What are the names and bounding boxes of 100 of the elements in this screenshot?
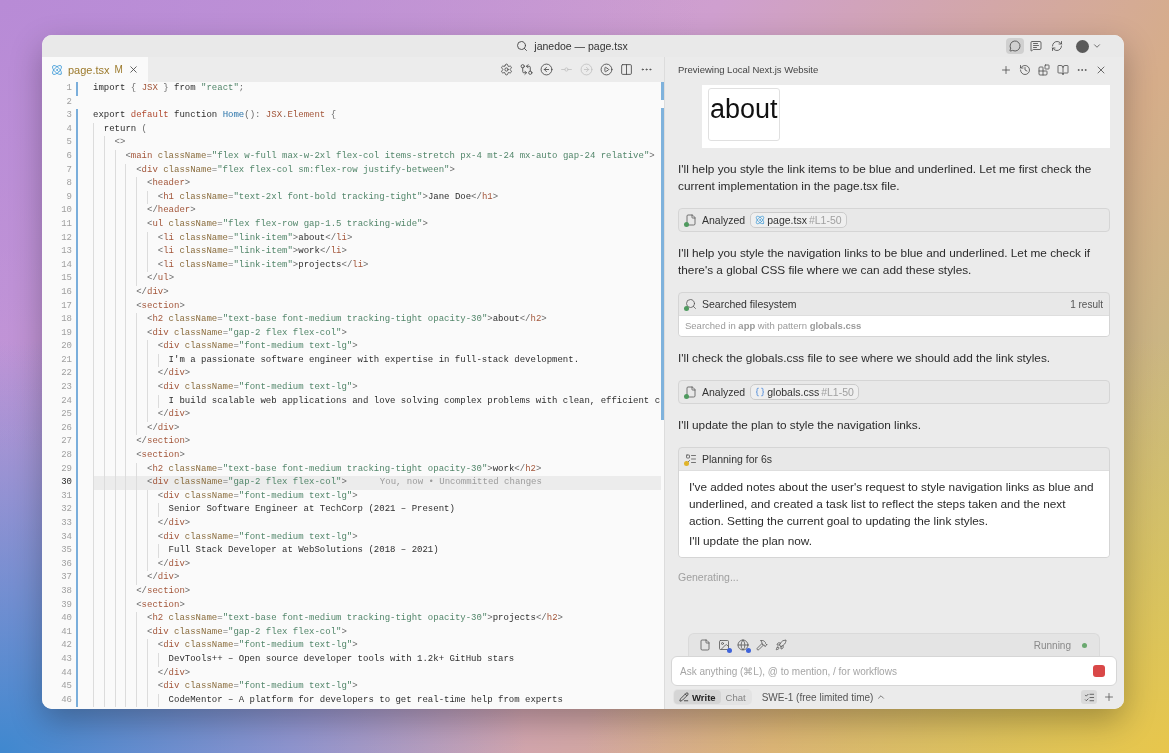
code-line: </div>	[147, 421, 180, 435]
line-number: 11	[60, 217, 72, 231]
model-selector[interactable]: SWE-1 (free limited time)	[761, 691, 887, 703]
code-line: <div className="font-medium text-lg">	[157, 340, 358, 354]
message-text: I'll update the plan now.	[689, 533, 813, 550]
caret-icon[interactable]	[1092, 41, 1102, 51]
mode-tab[interactable]: Write	[674, 690, 721, 704]
history-icon[interactable]	[1019, 63, 1031, 76]
message-text: I'll help you style the navigation links to be blue and underlined. Let me check if there's a global CSS file where we can add these styles.	[678, 245, 1092, 279]
line-number: 3	[65, 109, 72, 123]
file-icon[interactable]	[699, 639, 711, 651]
line-number: 24	[60, 394, 72, 408]
task-list-icon	[685, 453, 697, 465]
image-icon[interactable]	[718, 639, 730, 651]
code-line: <div className="font-medium text-lg">	[157, 639, 358, 653]
message-text: I've added notes about the user's request to style navigation links as blue and underlined, and created a task list to reflect the steps taken and the next action. Setting the current goal to updating the link styles.	[689, 479, 1095, 530]
code-line: import { JSX } from "react";	[93, 82, 245, 95]
line-number: 41	[60, 625, 72, 639]
atom-icon	[755, 215, 766, 225]
generating-status: Generating...	[678, 571, 740, 583]
code-line: <section>	[136, 598, 185, 612]
line-number: 2	[65, 95, 72, 109]
book-icon[interactable]	[1057, 63, 1069, 76]
code-line: <section>	[136, 449, 185, 463]
code-line: </section>	[136, 584, 191, 598]
code-line: </div>	[157, 367, 191, 381]
file-chip[interactable]: page.tsx #L1-50	[750, 212, 847, 228]
code-line: I build scalable web applications and love solving complex problems with clean, efficient c	[168, 394, 661, 408]
line-number: 43	[60, 652, 72, 666]
line-number: 38	[60, 584, 72, 598]
line-number: 10	[60, 204, 72, 218]
blocks-icon[interactable]	[1038, 63, 1050, 76]
line-number: 37	[60, 571, 72, 585]
line-number: 44	[60, 666, 72, 680]
line-number: 13	[60, 245, 72, 259]
code-line: </div>	[147, 571, 180, 585]
split-editor-icon[interactable]	[620, 63, 633, 76]
caret-icon	[876, 692, 887, 702]
editor-tab[interactable]: page.tsx M	[42, 57, 148, 82]
code-line: <ul className="flex flex-row gap-1.5 tracking-wide">	[147, 217, 428, 231]
code-line: </div>	[157, 408, 191, 422]
circle-arrow-left-icon[interactable]	[540, 63, 553, 76]
globe-icon[interactable]	[737, 639, 749, 651]
line-number: 7	[65, 163, 72, 177]
code-line: </div>	[157, 517, 191, 530]
file-chip[interactable]: globals.css #L1-50	[750, 384, 859, 400]
code-line: CodeMentor – A platform for developers to get real-time help from experts	[168, 693, 563, 707]
code-line: <h2 className="text-base font-medium tracking-tight opacity-30">work</h2>	[147, 462, 542, 476]
settings-icon[interactable]	[500, 63, 513, 76]
code-line: <li className="link-item">projects</li>	[157, 258, 369, 272]
line-number: 25	[60, 408, 72, 422]
code-line: DevTools++ – Open source developer tools with 1.2k+ GitHub stars	[168, 652, 515, 666]
line-number: 42	[60, 639, 72, 653]
line-number: 39	[60, 598, 72, 612]
stop-button[interactable]	[1093, 665, 1105, 677]
chat-input[interactable]: Ask anything (⌘L), @ to mention, / for workflows	[671, 656, 1117, 686]
line-number: 18	[60, 313, 72, 327]
git-status: M	[114, 64, 123, 75]
line-number: 28	[60, 449, 72, 463]
code-line: <h2 className="text-base font-medium tracking-tight opacity-30">projects</h2>	[147, 612, 563, 626]
code-line: I'm a passionate software engineer with expertise in full-stack development.	[168, 353, 580, 367]
line-number: 36	[60, 557, 72, 571]
code-line: <div className="gap-2 flex flex-col">	[147, 625, 347, 639]
file-icon	[685, 386, 697, 398]
line-number: 16	[60, 285, 72, 299]
search-icon[interactable]	[516, 40, 529, 52]
plus-icon[interactable]	[1000, 63, 1012, 76]
line-number: 22	[60, 367, 72, 381]
code-line: <div className="font-medium text-lg">	[157, 381, 358, 395]
code-line: export default function Home(): JSX.Element {	[93, 109, 337, 123]
circle-play-icon[interactable]	[600, 63, 613, 76]
line-number: 27	[60, 435, 72, 449]
tool-call-label: Searched filesystem	[702, 298, 797, 310]
code-line: return (	[103, 122, 147, 136]
plus-icon[interactable]	[1103, 691, 1115, 703]
braces-icon	[755, 387, 766, 397]
code-line: <div className="flex flex-col sm:flex-row justify-between">	[136, 163, 455, 177]
git-compare-icon[interactable]	[520, 63, 533, 76]
line-number: 6	[65, 149, 72, 163]
line-number: 8	[65, 177, 72, 191]
line-number: 23	[60, 381, 72, 395]
preview-link[interactable]: about	[708, 88, 780, 141]
search-detail: Searched in app with pattern globals.css	[679, 315, 1109, 336]
line-number: 34	[60, 530, 72, 544]
close-icon[interactable]	[127, 64, 139, 75]
line-number: 33	[60, 517, 72, 530]
rocket-icon[interactable]	[775, 639, 787, 651]
avatar[interactable]	[1076, 39, 1089, 53]
hammer-icon[interactable]	[756, 639, 768, 651]
checklist-icon	[1083, 691, 1095, 703]
code-line: <>	[114, 136, 126, 150]
line-number: 40	[60, 612, 72, 626]
code-line: Senior Software Engineer at TechCorp (2021 – Present)	[168, 503, 455, 517]
line-number: 14	[60, 258, 72, 272]
code-line: <section>	[136, 299, 185, 313]
window-title: janedoe — page.tsx	[534, 40, 628, 52]
code-line: <header>	[147, 177, 191, 191]
panel-title: Previewing Local Next.js Website	[678, 64, 819, 75]
message-text: I'll check the globals.css file to see where we should add the link styles.	[678, 350, 1052, 367]
checklist-button[interactable]	[1081, 690, 1097, 704]
